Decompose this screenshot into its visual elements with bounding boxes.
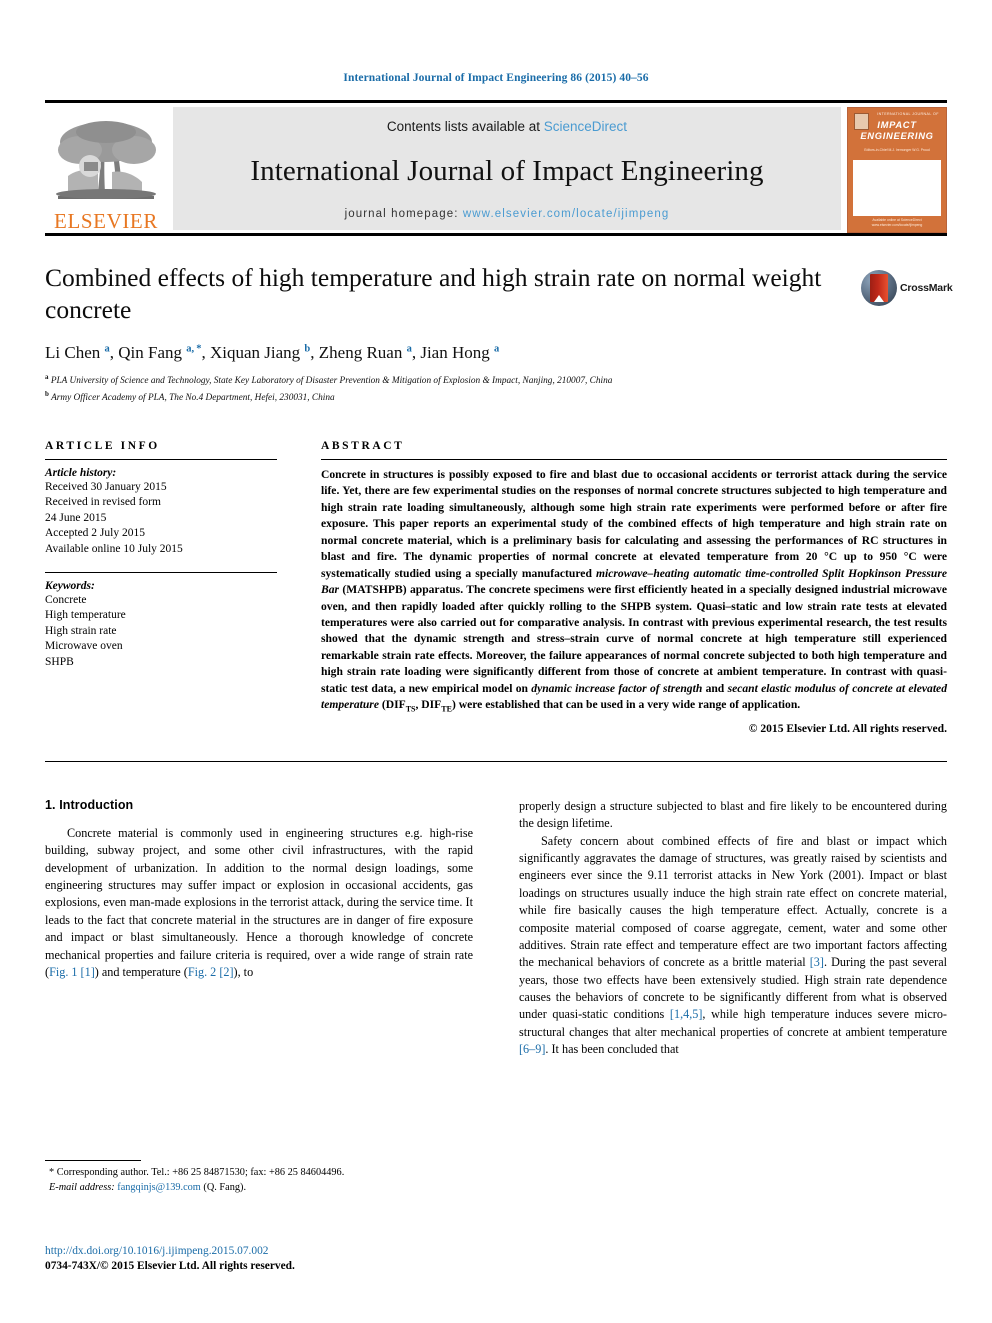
journal-cover-thumbnail: INTERNATIONAL JOURNAL OF IMPACT ENGINEER…	[847, 107, 947, 233]
body-top-rule	[45, 760, 947, 762]
affiliation-mark-a: a	[45, 373, 49, 382]
body-column-right: properly design a structure subjected to…	[519, 798, 947, 1059]
contents-prefix: Contents lists available at	[386, 119, 541, 134]
homepage-url-link[interactable]: www.elsevier.com/locate/ijimpeng	[463, 208, 670, 220]
abstract-rule	[321, 458, 947, 460]
page-title: Combined effects of high temperature and…	[45, 263, 822, 324]
crossmark-icon	[861, 270, 897, 306]
cover-subtitle: Editors-in-Chief M.J. Iremonger W.G. Pro…	[864, 148, 930, 152]
article-info-rule	[45, 458, 277, 460]
paragraph: properly design a structure subjected to…	[519, 798, 947, 831]
journal-homepage-line: journal homepage: www.elsevier.com/locat…	[345, 208, 670, 220]
affiliation-a: a PLA University of Science and Technolo…	[45, 372, 947, 389]
running-head: International Journal of Impact Engineer…	[343, 72, 649, 84]
footnote-block: * Corresponding author. Tel.: +86 25 848…	[45, 1160, 473, 1195]
history-item: 24 June 2015	[45, 511, 107, 524]
email-note[interactable]: E-mail address: fangqinjs@139.com (Q. Fa…	[45, 1181, 473, 1196]
elsevier-logo: ELSEVIER	[45, 107, 167, 236]
affiliation-b: b Army Officer Academy of PLA, The No.4 …	[45, 389, 947, 406]
cover-image-area	[853, 160, 941, 216]
keywords-rule	[45, 571, 277, 573]
paragraph: Concrete material is commonly used in en…	[45, 825, 473, 979]
cover-kicker: INTERNATIONAL JOURNAL OF	[877, 112, 939, 116]
journal-masthead: ELSEVIER Contents lists available at Sci…	[45, 100, 947, 233]
doi-block: http://dx.doi.org/10.1016/j.ijimpeng.201…	[45, 1244, 473, 1275]
history-item: Accepted 2 July 2015	[45, 527, 145, 540]
keyword-item: SHPB	[45, 655, 74, 668]
section-heading-introduction: 1. Introduction	[45, 797, 134, 812]
article-history-label: Article history:	[45, 466, 117, 479]
affiliation-b-text: Army Officer Academy of PLA, The No.4 De…	[51, 393, 335, 404]
crossmark-badge[interactable]: CrossMark	[861, 266, 953, 310]
keyword-item: High strain rate	[45, 624, 117, 637]
crossmark-book-shape	[870, 274, 888, 302]
cover-title: IMPACT ENGINEERING	[860, 119, 934, 141]
body-column-left: 1. Introduction Concrete material is com…	[45, 798, 473, 1059]
cover-footer: Available online at ScienceDirect www.el…	[871, 218, 923, 228]
title-block: Combined effects of high temperature and…	[45, 262, 953, 406]
homepage-prefix: journal homepage:	[344, 208, 459, 220]
info-and-abstract: ARTICLE INFO Article history: Received 3…	[45, 440, 947, 735]
footnote-rule	[45, 1160, 141, 1161]
affiliation-list: a PLA University of Science and Technolo…	[45, 372, 947, 406]
sciencedirect-link[interactable]: ScienceDirect	[544, 119, 627, 134]
affiliation-a-text: PLA University of Science and Technology…	[50, 376, 613, 387]
journal-article-page: International Journal of Impact Engineer…	[0, 0, 992, 1323]
journal-title: International Journal of Impact Engineer…	[250, 154, 764, 187]
corresponding-author-note: * Corresponding author. Tel.: +86 25 848…	[49, 1167, 345, 1178]
doi-link[interactable]: http://dx.doi.org/10.1016/j.ijimpeng.201…	[45, 1244, 473, 1259]
author-list: Li Chen a, Qin Fang a, *, Xiquan Jiang b…	[45, 343, 500, 363]
affiliation-mark-b: b	[45, 390, 49, 399]
article-info-column: ARTICLE INFO Article history: Received 3…	[45, 440, 277, 735]
abstract-text: Concrete in structures is possibly expos…	[321, 467, 947, 714]
history-item: Available online 10 July 2015	[45, 542, 183, 555]
contents-list-line: Contents lists available at ScienceDirec…	[387, 119, 627, 134]
keyword-item: High temperature	[45, 609, 126, 622]
keyword-item: Microwave oven	[45, 640, 123, 653]
history-item: Received in revised form	[45, 496, 161, 509]
journal-title-band: Contents lists available at ScienceDirec…	[173, 107, 841, 230]
elsevier-wordmark: ELSEVIER	[54, 209, 158, 233]
abstract-column: ABSTRACT Concrete in structures is possi…	[321, 440, 947, 735]
body-columns: 1. Introduction Concrete material is com…	[45, 798, 947, 1059]
paragraph: Safety concern about combined effects of…	[519, 833, 947, 1057]
issn-copyright: 0734-743X/© 2015 Elsevier Ltd. All right…	[45, 1260, 295, 1273]
abstract-copyright: © 2015 Elsevier Ltd. All rights reserved…	[748, 721, 947, 735]
article-info-heading: ARTICLE INFO	[45, 439, 160, 452]
abstract-heading: ABSTRACT	[321, 439, 405, 452]
keywords-label: Keywords:	[45, 579, 95, 592]
history-item: Received 30 January 2015	[45, 480, 167, 493]
crossmark-label: CrossMark	[900, 282, 953, 294]
elsevier-tree-icon	[50, 118, 162, 210]
keyword-item: Concrete	[45, 593, 87, 606]
